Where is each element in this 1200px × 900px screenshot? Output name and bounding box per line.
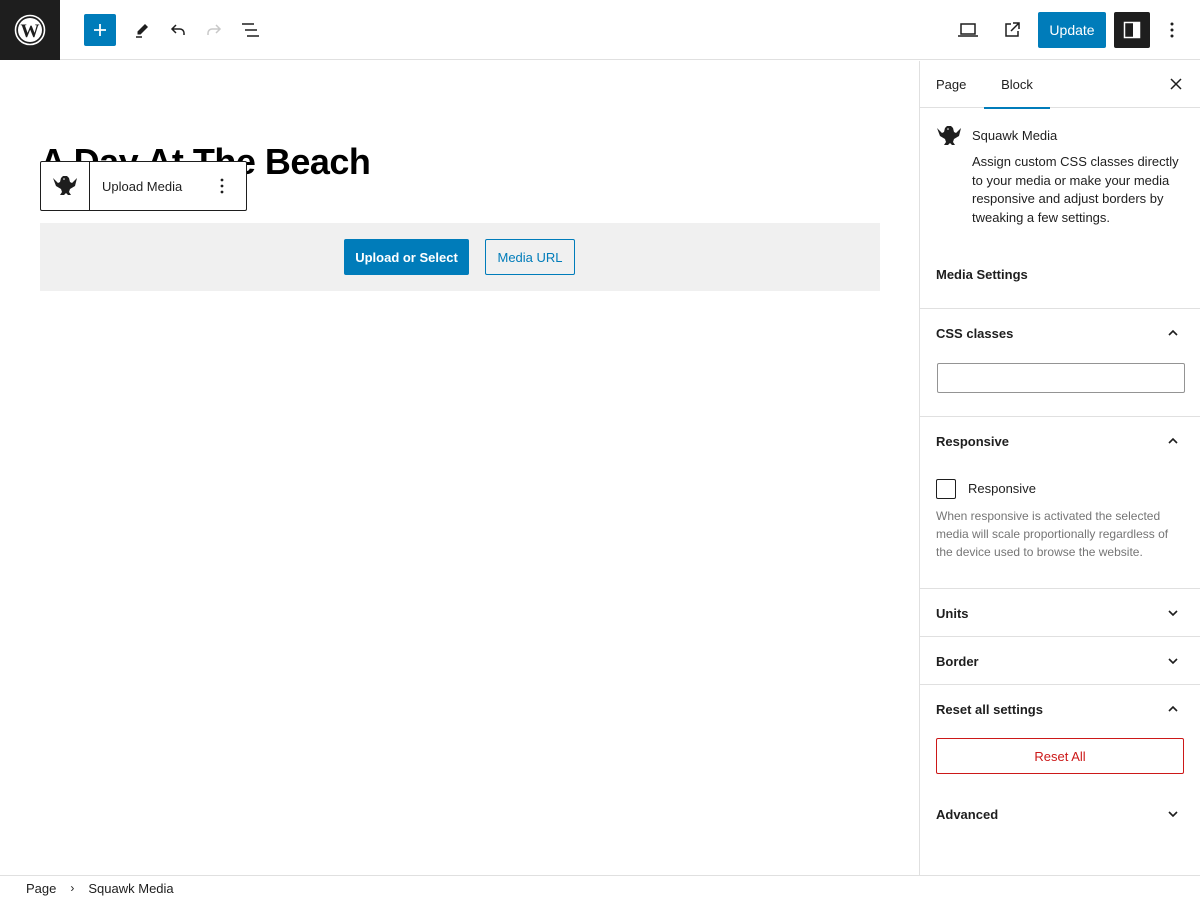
block-icon bbox=[936, 124, 962, 153]
responsive-checkbox-label[interactable]: Responsive bbox=[968, 481, 1036, 496]
panel-title: Reset all settings bbox=[936, 701, 1043, 717]
view-page-button[interactable] bbox=[996, 14, 1028, 46]
sidebar-icon bbox=[1123, 21, 1141, 39]
reset-all-button[interactable]: Reset All bbox=[936, 738, 1184, 774]
panel-css-classes: CSS classes bbox=[920, 309, 1200, 417]
squawk-bird-icon bbox=[53, 176, 77, 195]
tab-block[interactable]: Block bbox=[984, 61, 1050, 109]
block-card: Squawk Media Assign custom CSS classes d… bbox=[920, 108, 1200, 309]
upload-or-select-button[interactable]: Upload or Select bbox=[344, 239, 469, 275]
media-placeholder: Upload or Select Media URL bbox=[40, 223, 880, 291]
sidebar-tabs: Page Block bbox=[920, 61, 1200, 109]
panel-title: Units bbox=[936, 605, 969, 621]
media-settings-heading: Media Settings bbox=[936, 267, 1028, 282]
css-classes-input[interactable] bbox=[937, 363, 1185, 393]
panel-toggle-advanced[interactable]: Advanced bbox=[920, 790, 1200, 838]
tab-page[interactable]: Page bbox=[936, 61, 966, 108]
media-url-button[interactable]: Media URL bbox=[485, 239, 575, 275]
block-toolbar: Upload Media bbox=[40, 161, 247, 211]
more-vertical-icon bbox=[1170, 22, 1174, 38]
undo-icon bbox=[170, 24, 185, 35]
block-title: Squawk Media bbox=[972, 128, 1058, 143]
block-breadcrumb: Page › Squawk Media bbox=[0, 875, 1200, 900]
block-toolbar-label[interactable]: Upload Media bbox=[102, 179, 182, 194]
redo-button[interactable] bbox=[198, 14, 230, 46]
redo-icon bbox=[207, 24, 222, 35]
responsive-help-text: When responsive is activated the selecte… bbox=[936, 509, 1169, 559]
more-vertical-icon bbox=[220, 178, 224, 194]
options-button[interactable] bbox=[1156, 14, 1188, 46]
list-view-button[interactable] bbox=[234, 14, 266, 46]
squawk-bird-icon bbox=[937, 126, 961, 145]
breadcrumb-separator-icon: › bbox=[70, 881, 75, 895]
editor-canvas: A Day At The Beach Upload Media Upload o… bbox=[0, 61, 919, 875]
pencil-icon bbox=[136, 24, 148, 38]
list-view-icon bbox=[242, 23, 259, 37]
external-link-icon bbox=[1005, 22, 1020, 37]
editor-header: W Update bbox=[0, 0, 1200, 60]
chevron-up-icon bbox=[1168, 329, 1178, 336]
panel-title: Responsive bbox=[936, 433, 1009, 449]
preview-button[interactable] bbox=[952, 14, 984, 46]
chevron-up-icon bbox=[1168, 705, 1178, 712]
tools-button[interactable] bbox=[126, 14, 158, 46]
undo-button[interactable] bbox=[162, 14, 194, 46]
breadcrumb-squawk-media[interactable]: Squawk Media bbox=[88, 881, 173, 896]
close-sidebar-button[interactable] bbox=[1166, 74, 1186, 94]
panel-toggle-responsive[interactable]: Responsive bbox=[920, 417, 1200, 465]
chevron-up-icon bbox=[1168, 437, 1178, 444]
block-options-button[interactable] bbox=[212, 175, 232, 197]
settings-toggle-button[interactable] bbox=[1114, 12, 1150, 48]
chevron-down-icon bbox=[1168, 610, 1178, 617]
panel-responsive: Responsive Responsive When responsive is… bbox=[920, 417, 1200, 589]
svg-text:W: W bbox=[21, 21, 40, 42]
plus-icon bbox=[94, 24, 106, 36]
panel-border: Border bbox=[920, 637, 1200, 685]
block-description: Assign custom CSS classes directly to yo… bbox=[972, 154, 1179, 225]
chevron-down-icon bbox=[1168, 811, 1178, 818]
panel-units: Units bbox=[920, 589, 1200, 637]
block-switcher-button[interactable] bbox=[41, 162, 90, 210]
panel-toggle-border[interactable]: Border bbox=[920, 637, 1200, 685]
close-icon bbox=[1170, 78, 1182, 90]
panel-toggle-units[interactable]: Units bbox=[920, 589, 1200, 637]
breadcrumb-page[interactable]: Page bbox=[26, 881, 56, 896]
panel-title: CSS classes bbox=[936, 325, 1014, 341]
panel-toggle-reset[interactable]: Reset all settings bbox=[920, 685, 1200, 733]
panel-title: Border bbox=[936, 653, 979, 669]
chevron-down-icon bbox=[1168, 658, 1178, 665]
responsive-checkbox[interactable] bbox=[936, 479, 956, 499]
add-block-button[interactable] bbox=[84, 14, 116, 46]
wordpress-logo-button[interactable]: W bbox=[0, 0, 60, 60]
panel-reset: Reset all settings Reset All bbox=[920, 685, 1200, 790]
update-button[interactable]: Update bbox=[1038, 12, 1106, 48]
wordpress-icon: W bbox=[14, 14, 46, 46]
panel-advanced: Advanced bbox=[920, 790, 1200, 838]
panel-toggle-css-classes[interactable]: CSS classes bbox=[920, 309, 1200, 357]
settings-sidebar: Page Block Squawk Media Assign custom CS… bbox=[919, 61, 1200, 875]
panel-title: Advanced bbox=[936, 806, 999, 822]
desktop-icon bbox=[958, 23, 978, 37]
